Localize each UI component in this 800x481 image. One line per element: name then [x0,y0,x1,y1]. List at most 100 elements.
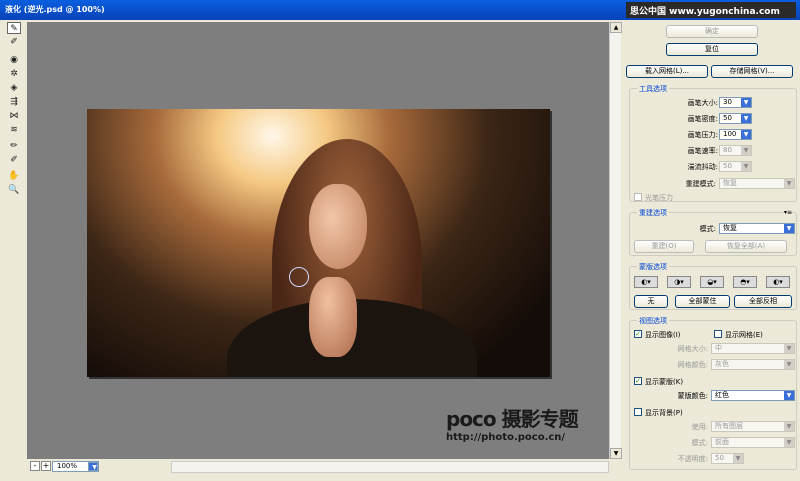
reconstruct-options-group: 重建选项 ▾≡ 模式: 恢复 ▼ 重建(O) 恢复全部(A) [629,208,797,256]
brush-density-label: 画笔密度: [687,115,718,123]
chevron-down-icon: ▼ [784,422,794,431]
reconstruct-mode-value: 恢复 [723,179,737,187]
poco-watermark: poco 摄影专题 http://photo.poco.cn/ [446,403,579,443]
save-mesh-button[interactable]: 存储网格(V)... [711,65,793,78]
preview-image[interactable] [87,109,550,377]
mesh-color-select[interactable]: 灰色 ▼ [711,359,795,370]
scroll-up-icon[interactable]: ▲ [610,22,622,33]
turbulence-tool-icon[interactable]: ≋ [7,124,21,136]
show-mask-checkbox[interactable]: ✓ [634,377,642,385]
opacity-field[interactable]: 50 ▼ [711,453,744,464]
show-mesh-checkbox[interactable] [714,330,722,338]
mask-subtract-icon[interactable]: ◒▾ [700,276,724,288]
opacity-value: 50 [715,454,724,462]
brush-size-field[interactable]: 30 ▼ [719,97,752,108]
chevron-down-icon: ▼ [733,454,743,463]
zoom-in-button[interactable]: + [41,461,51,471]
menu-icon[interactable]: ▾≡ [784,209,792,216]
chevron-down-icon: ▼ [784,344,794,353]
zoom-tool-icon[interactable]: 🔍 [7,184,21,196]
brush-cursor [289,267,309,287]
reconstruct-mode-label-2: 模式: [699,225,716,233]
reconstruct-mode-label: 重建模式: [685,180,716,188]
view-options-group: 视图选项 ✓ 显示图像(I) 显示网格(E) 网格大小: 中 ▼ 网格颜色: 灰色… [629,316,797,470]
reconstruct-mode-value-2: 恢复 [723,224,737,232]
brush-density-field[interactable]: 50 ▼ [719,113,752,124]
mask-color-label: 蒙版颜色: [677,392,708,400]
window-title: 液化 (逆光.psd @ 100%) [5,5,105,14]
show-mask-label: 显示蒙版(K) [645,378,684,386]
reconstruct-button[interactable]: 重建(O) [634,240,694,253]
brush-pressure-field[interactable]: 100 ▼ [719,129,752,140]
ok-button[interactable]: 确定 [666,25,758,38]
mirror-tool-icon[interactable]: ⋈ [7,110,21,122]
scroll-down-icon[interactable]: ▼ [610,448,622,459]
vertical-scrollbar[interactable]: ▲ ▼ [609,22,622,459]
image-face [309,184,367,269]
chevron-down-icon: ▼ [741,146,751,155]
hand-tool-icon[interactable]: ✋ [7,170,21,182]
freeze-mask-tool-icon[interactable]: ✏ [7,140,21,152]
brush-size-label: 画笔大小: [687,99,718,107]
title-bar: 液化 (逆光.psd @ 100%) 思公中国 www.yugonchina.c… [0,0,800,20]
warp-tool-icon[interactable]: ✎ [7,22,21,34]
mask-replace-icon[interactable]: ◐▾ [634,276,658,288]
invert-all-button[interactable]: 全部反相 [734,295,792,308]
pucker-tool-icon[interactable]: ✲ [7,68,21,80]
reset-button[interactable]: 复位 [666,43,758,56]
brush-rate-value: 80 [723,146,732,154]
mask-none-button[interactable]: 无 [634,295,668,308]
show-backdrop-checkbox[interactable] [634,408,642,416]
brush-rate-field[interactable]: 80 ▼ [719,145,752,156]
options-panel: 确定 复位 载入网格(L)... 存储网格(V)... 工具选项 画笔大小: 3… [622,22,800,481]
turbulent-jitter-label: 湍流抖动: [687,163,718,171]
stylus-pressure-checkbox[interactable] [634,193,642,201]
mesh-color-label: 网格颜色: [677,361,708,369]
site-watermark: 思公中国 www.yugonchina.com [626,2,796,18]
push-left-tool-icon[interactable]: ⇶ [7,96,21,108]
reconstruct-options-title: 重建选项 [637,208,669,218]
load-mesh-button[interactable]: 载入网格(L)... [626,65,708,78]
mask-all-button[interactable]: 全部蒙住 [675,295,730,308]
mask-intersect-icon[interactable]: ◓▾ [733,276,757,288]
mask-invert-icon[interactable]: ◐▾ [766,276,790,288]
stylus-pressure-label: 光笔压力 [645,194,673,202]
poco-logo: poco 摄影专题 [446,407,579,431]
mesh-size-select[interactable]: 中 ▼ [711,343,795,354]
restore-all-button[interactable]: 恢复全部(A) [705,240,787,253]
show-image-label: 显示图像(I) [645,331,681,339]
bloat-tool-icon[interactable]: ◈ [7,82,21,94]
mask-color-value: 红色 [715,391,729,399]
poco-url: http://photo.poco.cn/ [446,432,566,443]
backdrop-mode-label: 模式: [691,439,708,447]
show-image-checkbox[interactable]: ✓ [634,330,642,338]
show-mesh-label: 显示网格(E) [725,331,763,339]
mesh-size-label: 网格大小: [677,345,708,353]
turbulent-jitter-value: 50 [723,162,732,170]
mask-color-select[interactable]: 红色 ▼ [711,390,795,401]
image-hands [309,277,357,357]
mesh-size-value: 中 [715,344,722,352]
horizontal-scrollbar[interactable] [171,461,609,473]
backdrop-mode-value: 前面 [715,438,729,446]
reconstruct-mode-select[interactable]: 恢复 ▼ [719,178,795,189]
mask-options-group: 蒙版选项 ◐▾ ◑▾ ◒▾ ◓▾ ◐▾ 无 全部蒙住 全部反相 [629,262,797,310]
zoom-control: - + 100% ▼ [30,461,170,473]
chevron-down-icon: ▼ [741,114,751,123]
twirl-clockwise-icon[interactable]: ◉ [7,54,21,66]
zoom-select[interactable]: 100% ▼ [52,461,99,472]
use-select[interactable]: 所有图层 ▼ [711,421,795,432]
thaw-mask-tool-icon[interactable]: ✐ [7,154,21,166]
brush-size-value: 30 [723,98,732,106]
reconstruct-tool-icon[interactable]: ✐ [7,36,21,48]
canvas-area[interactable] [27,22,609,459]
brush-rate-label: 画笔速率: [687,147,718,155]
turbulent-jitter-field[interactable]: 50 ▼ [719,161,752,172]
backdrop-mode-select[interactable]: 前面 ▼ [711,437,795,448]
mask-add-icon[interactable]: ◑▾ [667,276,691,288]
zoom-out-button[interactable]: - [30,461,40,471]
brush-pressure-value: 100 [723,130,737,138]
tool-options-group: 工具选项 画笔大小: 30 ▼ 画笔密度: 50 ▼ 画笔压力: 100 ▼ 画笔速率… [629,84,797,202]
reconstruct-mode-select-2[interactable]: 恢复 ▼ [719,223,795,234]
zoom-value: 100% [57,462,78,470]
